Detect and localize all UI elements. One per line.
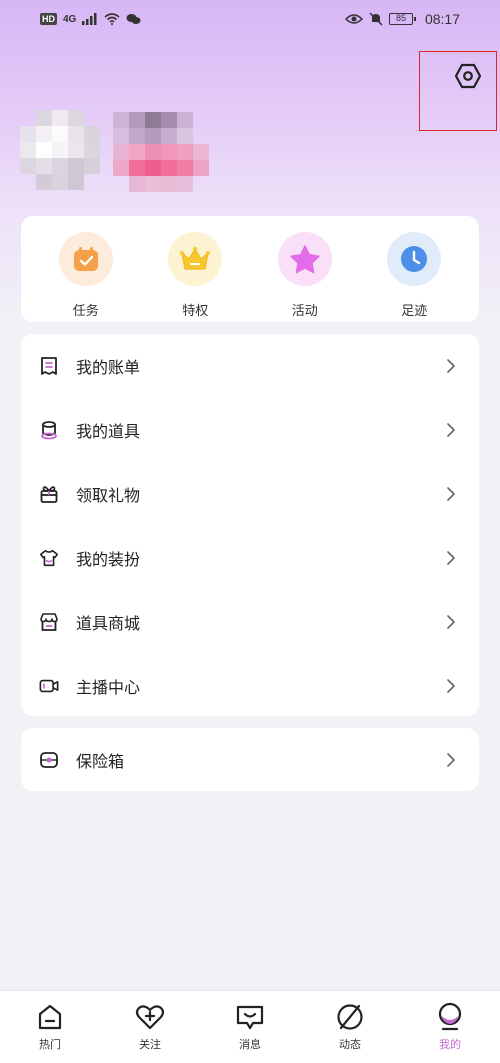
outfit-icon: [39, 548, 59, 568]
avatar[interactable]: [20, 110, 100, 190]
nav-tab-messages[interactable]: 消息: [200, 1001, 300, 1063]
nav-label: 我的: [439, 1039, 461, 1051]
network-type: 4G: [63, 13, 77, 25]
quick-actions-card: 任务 特权 活动 足迹: [21, 216, 479, 322]
menu-item-label: 领取礼物: [76, 488, 141, 505]
username-blurred: [113, 112, 213, 194]
quick-action-label: 活动: [291, 303, 318, 318]
nav-label: 消息: [239, 1039, 261, 1051]
chevron-right-icon: [445, 487, 457, 501]
bottom-nav: 热门 关注 消息 动态 我的: [0, 990, 500, 1063]
nav-tab-mine[interactable]: 我的: [400, 1001, 500, 1063]
moments-icon: [334, 1001, 366, 1033]
quick-action-task[interactable]: 任务: [41, 232, 131, 322]
signal-icon: [82, 13, 97, 25]
chevron-right-icon: [445, 752, 457, 767]
menu-item-props[interactable]: 我的道具: [21, 398, 479, 462]
nav-tab-hot[interactable]: 热门: [0, 1001, 100, 1063]
menu-card: 我的账单 我的道具 领取礼物 我的装扮 道具商城 主播中心: [21, 334, 479, 716]
safe-box-card: 保险箱: [21, 728, 479, 791]
menu-item-anchor-center[interactable]: 主播中心: [21, 654, 479, 718]
status-bar: HD 4G 85 08:17: [0, 0, 500, 38]
quick-action-footprint[interactable]: 足迹: [369, 232, 459, 322]
menu-item-label: 我的装扮: [76, 552, 141, 569]
nav-label: 关注: [139, 1039, 161, 1051]
menu-item-safe-box[interactable]: 保险箱: [21, 728, 479, 791]
menu-item-bill[interactable]: 我的账单: [21, 334, 479, 398]
bill-icon: [39, 356, 59, 376]
props-icon: [39, 420, 59, 440]
nav-label: 动态: [339, 1039, 361, 1051]
quick-action-label: 特权: [182, 303, 209, 318]
clock-icon: [387, 232, 442, 286]
message-icon: [234, 1001, 266, 1033]
menu-item-outfit[interactable]: 我的装扮: [21, 526, 479, 590]
profile-icon: [434, 1001, 466, 1033]
quick-action-label: 足迹: [401, 303, 428, 318]
eye-icon: [344, 14, 363, 24]
menu-item-label: 保险箱: [76, 753, 125, 771]
quick-action-label: 任务: [72, 303, 99, 318]
settings-hexagon-icon: [454, 63, 482, 89]
menu-item-label: 主播中心: [76, 680, 141, 697]
wechat-icon: [126, 14, 141, 24]
battery-indicator: 85: [388, 13, 416, 25]
settings-button[interactable]: [446, 58, 490, 94]
chevron-right-icon: [445, 551, 457, 565]
clock-time: 08:17: [424, 11, 460, 27]
chevron-right-icon: [445, 359, 457, 373]
nav-label: 热门: [39, 1039, 61, 1051]
store-icon: [39, 612, 59, 632]
quick-action-privilege[interactable]: 特权: [150, 232, 240, 322]
status-right: 85 08:17: [344, 11, 460, 27]
quick-action-event[interactable]: 活动: [260, 232, 350, 322]
wifi-icon: [104, 13, 120, 25]
menu-item-label: 道具商城: [76, 616, 141, 633]
menu-item-label: 我的账单: [76, 360, 141, 377]
chevron-right-icon: [445, 423, 457, 437]
nav-tab-moments[interactable]: 动态: [300, 1001, 400, 1063]
gift-icon: [39, 484, 59, 504]
status-left: HD 4G: [40, 13, 141, 25]
chevron-right-icon: [445, 679, 457, 693]
hd-badge: HD: [40, 13, 57, 25]
nav-tab-follow[interactable]: 关注: [100, 1001, 200, 1063]
menu-item-store[interactable]: 道具商城: [21, 590, 479, 654]
mute-bell-icon: [369, 12, 383, 26]
task-calendar-icon: [58, 232, 113, 286]
crown-icon: [168, 232, 223, 286]
home-icon: [34, 1001, 66, 1033]
camera-icon: [39, 676, 59, 696]
menu-item-gift[interactable]: 领取礼物: [21, 462, 479, 526]
star-icon: [277, 232, 332, 286]
menu-item-label: 我的道具: [76, 424, 141, 441]
safe-icon: [39, 750, 59, 770]
chevron-right-icon: [445, 615, 457, 629]
heart-plus-icon: [134, 1001, 166, 1033]
